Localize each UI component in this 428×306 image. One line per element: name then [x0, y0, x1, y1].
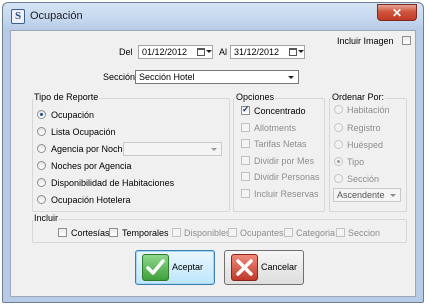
ocupantes-checkbox[interactable]	[228, 228, 237, 237]
from-date-picker[interactable]: 01/12/2012	[138, 45, 213, 59]
radio-noches-por-agencia-label[interactable]: Noches por Agencia	[51, 161, 132, 171]
chevron-down-icon	[211, 148, 217, 151]
radio-registro[interactable]	[334, 123, 343, 132]
radio-lista-ocupacion-label[interactable]: Lista Ocupación	[51, 127, 116, 137]
accept-label: Aceptar	[172, 262, 204, 272]
concentrado-checkbox[interactable]	[241, 104, 250, 115]
section-label: Sección:	[103, 72, 138, 82]
chevron-down-icon	[206, 50, 212, 53]
to-date-calendar-button[interactable]	[288, 46, 304, 58]
section-dropdown-value: Sección Hotel	[139, 72, 195, 82]
accept-button[interactable]: Aceptar	[135, 250, 215, 285]
cortesias-checkbox[interactable]	[58, 228, 67, 237]
tarifas-netas-checkbox[interactable]	[241, 139, 250, 148]
include-title: Incluir	[33, 213, 60, 223]
radio-tipo[interactable]	[334, 157, 343, 166]
chevron-down-icon	[390, 194, 396, 197]
order-by-title: Ordenar Por:	[331, 92, 386, 102]
to-date-picker[interactable]: 31/12/2012	[230, 45, 305, 59]
include-image-checkbox[interactable]	[402, 36, 411, 45]
allotments-label: Allotments	[254, 123, 297, 133]
x-icon	[231, 254, 258, 281]
radio-seccion-label: Sección	[347, 174, 380, 184]
categoria-checkbox[interactable]	[284, 228, 293, 237]
seccion-label: Seccion	[348, 228, 381, 238]
to-date-value: 31/12/2012	[234, 47, 280, 57]
sort-direction-value: Ascendente	[337, 190, 385, 200]
app-icon: S	[11, 9, 25, 24]
chevron-down-icon	[288, 76, 294, 79]
dividir-personas-label: Dividir Personas	[254, 172, 320, 182]
calendar-icon	[197, 48, 205, 56]
from-date-value: 01/12/2012	[142, 47, 188, 57]
radio-tipo-label: Tipo	[347, 157, 365, 167]
temporales-label[interactable]: Temporales	[122, 228, 169, 238]
radio-ocupacion-hotelera[interactable]	[37, 195, 46, 204]
disponibles-label: Disponibles	[184, 228, 231, 238]
radio-habitacion[interactable]	[334, 105, 343, 114]
radio-huesped-label: Huésped	[347, 140, 384, 150]
categoria-label: Categoria	[296, 228, 336, 238]
from-date-calendar-button[interactable]	[196, 46, 212, 58]
dialog-body: Del 01/12/2012 Al 31/12/2012 Incluir Ima…	[10, 30, 416, 297]
temporales-checkbox[interactable]	[109, 228, 118, 237]
report-type-title: Tipo de Reporte	[33, 92, 100, 102]
dividir-personas-checkbox[interactable]	[241, 172, 250, 181]
radio-ocupacion[interactable]	[37, 110, 46, 119]
radio-agencia-por-noche[interactable]	[37, 144, 46, 153]
cancel-button[interactable]: Cancelar	[224, 250, 304, 285]
radio-disponibilidad[interactable]	[37, 178, 46, 187]
radio-disponibilidad-label[interactable]: Disponibilidad de Habitaciones	[51, 178, 174, 188]
options-title: Opciones	[235, 92, 276, 102]
agency-dropdown[interactable]	[123, 142, 222, 156]
calendar-icon	[289, 48, 297, 56]
cortesias-label[interactable]: Cortesías	[71, 228, 110, 238]
cancel-label: Cancelar	[261, 262, 298, 272]
radio-lista-ocupacion[interactable]	[37, 127, 46, 136]
include-image-label: Incluir Imagen	[337, 36, 394, 46]
radio-agencia-por-noche-label[interactable]: Agencia por Noche	[51, 144, 128, 154]
radio-ocupacion-hotelera-label[interactable]: Ocupación Hotelera	[51, 195, 131, 205]
seccion-checkbox[interactable]	[336, 228, 345, 237]
radio-seccion[interactable]	[334, 174, 343, 183]
incluir-reservas-label: Incluir Reservas	[254, 189, 319, 199]
tarifas-netas-label: Tarifas Netas	[254, 139, 307, 149]
dividir-por-mes-label: Dividir por Mes	[254, 156, 315, 166]
disponibles-checkbox[interactable]	[172, 228, 181, 237]
to-date-label: Al	[219, 47, 228, 57]
check-icon	[142, 254, 169, 281]
radio-habitacion-label: Habitación	[347, 105, 390, 115]
section-dropdown[interactable]: Sección Hotel	[135, 70, 299, 84]
radio-huesped[interactable]	[334, 140, 343, 149]
ocupantes-label: Ocupantes	[240, 228, 284, 238]
radio-noches-por-agencia[interactable]	[37, 161, 46, 170]
from-date-label: Del	[119, 47, 133, 57]
chevron-down-icon	[298, 50, 304, 53]
window-title: Ocupación	[30, 10, 83, 22]
sort-direction-dropdown[interactable]: Ascendente	[333, 188, 401, 202]
radio-ocupacion-label[interactable]: Ocupación	[51, 110, 94, 120]
incluir-reservas-checkbox[interactable]	[241, 189, 250, 198]
dividir-por-mes-checkbox[interactable]	[241, 156, 250, 165]
dialog-window: S Ocupación ✕ Del 01/12/2012 Al 31/12/20…	[2, 2, 424, 303]
title-bar[interactable]: S Ocupación ✕	[3, 3, 423, 29]
allotments-checkbox[interactable]	[241, 123, 250, 132]
radio-registro-label: Registro	[347, 123, 381, 133]
concentrado-label[interactable]: Concentrado	[254, 106, 306, 116]
close-button[interactable]: ✕	[377, 4, 417, 21]
